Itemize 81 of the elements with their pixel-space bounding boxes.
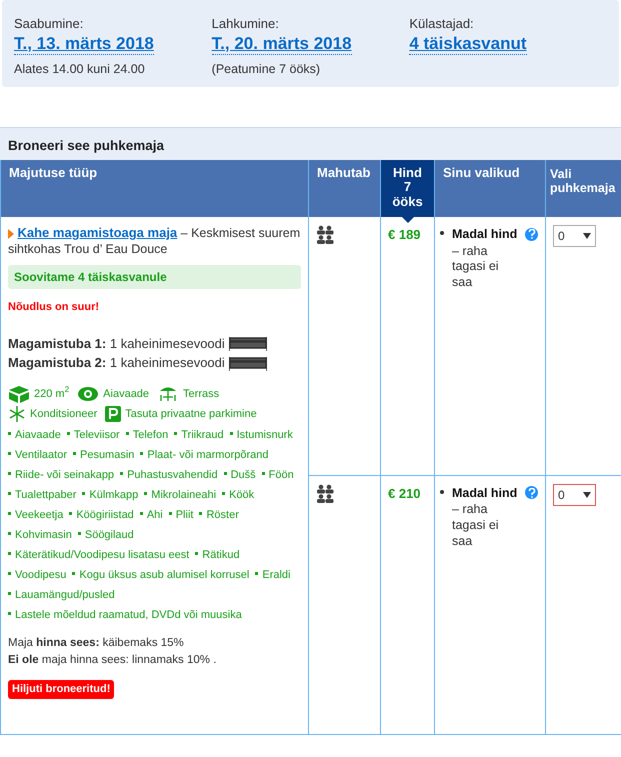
field-note: Alates 14.00 kuni 24.00: [14, 60, 146, 78]
property-link[interactable]: Kahe magamistoaga maja: [17, 225, 178, 240]
amenity-item: Voodipesu: [8, 568, 66, 581]
amenity-item: Mikrolaineahi: [144, 488, 216, 501]
field-label: Saabumine:: [14, 15, 84, 33]
pointer-icon: [400, 216, 414, 223]
bedroom-text: Magamistuba 1: 1 kaheinimesevoodi: [8, 334, 225, 353]
price-text: € 189: [388, 227, 421, 242]
amenity-item: Istumisnurk: [230, 428, 293, 441]
parking-icon: [105, 406, 122, 422]
amenity-item: Aiavaade: [8, 428, 61, 441]
bullet-icon: [440, 490, 444, 494]
option-title: Madal hind: [452, 484, 518, 502]
quantity-select[interactable]: 0: [553, 225, 596, 247]
amenity-item: Ahi: [140, 508, 163, 521]
price-text: € 210: [388, 486, 421, 500]
option-title: Madal hind: [452, 226, 518, 243]
snowflake-icon: [8, 404, 26, 423]
column-header: Vali puhkemaja: [546, 160, 621, 217]
caret-icon: [8, 228, 14, 239]
quantity-select[interactable]: 0: [553, 484, 596, 506]
amenity-item: Dušš: [224, 468, 256, 481]
bullet-icon: [440, 231, 444, 235]
field-label: Lahkumine:: [212, 15, 280, 33]
amenity-item: Rätikud: [195, 548, 240, 561]
amenity-item: Ventilaator: [8, 448, 67, 461]
facility-text: 220 m$^{2}$: [34, 386, 70, 402]
amenity-item: Veekeetja: [8, 508, 64, 521]
amenity-item: Lastele mõeldud raamatud, DVDd või muusika: [8, 608, 242, 621]
field-note: (Peatumine 7 ööks): [212, 60, 322, 78]
facility-text: Aiavaade: [103, 386, 150, 402]
help-icon[interactable]: [525, 486, 538, 500]
facility-text: Konditsioneer: [30, 406, 98, 422]
tax-note: Ei ole maja hinna sees: linnamaks 10% .: [8, 653, 218, 668]
amenity-item: Föön: [262, 468, 294, 481]
option-note: – raha tagasi ei saa: [452, 502, 500, 550]
amenity-item: Telefon: [126, 428, 168, 441]
amenity-item: Eraldi: [255, 568, 290, 581]
amenity-item: Puhastusvahendid: [120, 468, 218, 481]
amenity-item: Kogu üksus asub alumisel korrusel: [72, 568, 250, 581]
field-label: Külastajad:: [409, 15, 475, 33]
amenity-item: Lauamängud/pusled: [8, 588, 115, 601]
amenity-item: Pesumasin: [72, 448, 134, 461]
bedroom-text: Magamistuba 2: 1 kaheinimesevoodi: [8, 354, 225, 372]
facility-text: Tasuta privaatne parkimine: [125, 406, 257, 422]
amenity-item: Plaat- või marmorpõrand: [140, 448, 268, 461]
amenity-item: Käterätikud/Voodipesu lisatasu eest: [8, 548, 190, 561]
guests-icon: [316, 225, 335, 244]
bed-icon: [228, 356, 267, 370]
bed-icon: [228, 336, 267, 351]
date-link[interactable]: T., 20. märts 2018: [212, 34, 352, 55]
amenity-item: Röster: [199, 508, 239, 521]
section-title: Broneeri see puhkemaja: [0, 127, 621, 160]
help-icon[interactable]: [525, 228, 538, 241]
column-header: Mahutab: [308, 160, 380, 217]
demand-text: Nõudlus on suur!: [8, 300, 100, 316]
amenity-item: Kohvimasin: [8, 528, 72, 541]
date-link[interactable]: 4 täiskasvanut: [409, 34, 527, 55]
column-header: Sinu valikud: [434, 160, 546, 217]
option-note: – raha tagasi ei saa: [452, 244, 500, 291]
amenity-item: Külmkapp: [82, 488, 138, 501]
facility-text: Terrass: [183, 386, 220, 402]
amenity-item: Televiisor: [66, 428, 120, 441]
recommendation-banner: Soovitame 4 täiskasvanule: [8, 265, 301, 290]
amenity-item: Pliit: [168, 508, 194, 521]
tax-note: Maja hinna sees: käibemaks 15%: [8, 636, 185, 651]
amenity-item: Triikraud: [174, 428, 224, 441]
amenity-item: Riide- või seinakapp: [8, 468, 114, 481]
guests-icon: [316, 484, 335, 503]
date-link[interactable]: T., 13. märts 2018: [14, 34, 154, 55]
amenity-item: Tualettpaber: [8, 488, 76, 501]
caret-icon: [583, 233, 591, 239]
area-icon: [8, 384, 30, 403]
property-title: Kahe magamistoaga maja – Keskmisest suurem sihtkohas Trou d’ Eau Douce: [8, 225, 301, 258]
recently-booked-badge: Hiljuti broneeritud!: [8, 680, 114, 699]
eye-icon: [77, 386, 100, 402]
caret-icon: [583, 492, 591, 498]
column-header: Majutuse tüüp: [0, 160, 308, 217]
amenity-item: Köök: [222, 488, 254, 501]
amenity-item: Söögilaud: [78, 528, 134, 541]
amenity-item: Köögiriistad: [69, 508, 134, 521]
